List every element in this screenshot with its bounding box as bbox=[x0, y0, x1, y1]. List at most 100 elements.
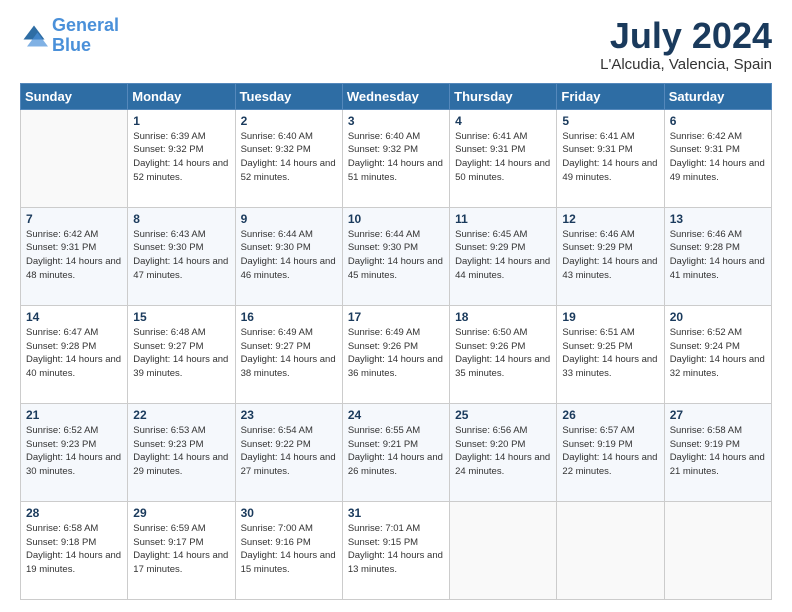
table-row bbox=[664, 501, 771, 599]
day-info: Sunrise: 6:57 AMSunset: 9:19 PMDaylight:… bbox=[562, 424, 658, 479]
main-title: July 2024 bbox=[600, 16, 772, 56]
day-info: Sunrise: 6:46 AMSunset: 9:29 PMDaylight:… bbox=[562, 228, 658, 283]
table-row: 6 Sunrise: 6:42 AMSunset: 9:31 PMDayligh… bbox=[664, 109, 771, 207]
table-row: 4 Sunrise: 6:41 AMSunset: 9:31 PMDayligh… bbox=[450, 109, 557, 207]
table-row: 31 Sunrise: 7:01 AMSunset: 9:15 PMDaylig… bbox=[342, 501, 449, 599]
title-block: July 2024 L'Alcudia, Valencia, Spain bbox=[600, 16, 772, 73]
calendar-header-row: Sunday Monday Tuesday Wednesday Thursday… bbox=[21, 83, 772, 109]
table-row: 21 Sunrise: 6:52 AMSunset: 9:23 PMDaylig… bbox=[21, 403, 128, 501]
day-info: Sunrise: 6:41 AMSunset: 9:31 PMDaylight:… bbox=[562, 130, 658, 185]
table-row bbox=[450, 501, 557, 599]
day-info: Sunrise: 6:43 AMSunset: 9:30 PMDaylight:… bbox=[133, 228, 229, 283]
table-row: 9 Sunrise: 6:44 AMSunset: 9:30 PMDayligh… bbox=[235, 207, 342, 305]
day-number: 4 bbox=[455, 114, 551, 128]
table-row: 29 Sunrise: 6:59 AMSunset: 9:17 PMDaylig… bbox=[128, 501, 235, 599]
header: General Blue July 2024 L'Alcudia, Valenc… bbox=[20, 16, 772, 73]
day-info: Sunrise: 6:52 AMSunset: 9:24 PMDaylight:… bbox=[670, 326, 766, 381]
day-number: 15 bbox=[133, 310, 229, 324]
table-row: 28 Sunrise: 6:58 AMSunset: 9:18 PMDaylig… bbox=[21, 501, 128, 599]
day-number: 29 bbox=[133, 506, 229, 520]
day-number: 5 bbox=[562, 114, 658, 128]
day-info: Sunrise: 6:42 AMSunset: 9:31 PMDaylight:… bbox=[26, 228, 122, 283]
table-row: 25 Sunrise: 6:56 AMSunset: 9:20 PMDaylig… bbox=[450, 403, 557, 501]
day-number: 23 bbox=[241, 408, 337, 422]
logo: General Blue bbox=[20, 16, 119, 56]
table-row: 16 Sunrise: 6:49 AMSunset: 9:27 PMDaylig… bbox=[235, 305, 342, 403]
day-info: Sunrise: 6:46 AMSunset: 9:28 PMDaylight:… bbox=[670, 228, 766, 283]
day-info: Sunrise: 6:42 AMSunset: 9:31 PMDaylight:… bbox=[670, 130, 766, 185]
day-info: Sunrise: 6:44 AMSunset: 9:30 PMDaylight:… bbox=[348, 228, 444, 283]
day-info: Sunrise: 7:00 AMSunset: 9:16 PMDaylight:… bbox=[241, 522, 337, 577]
day-number: 26 bbox=[562, 408, 658, 422]
table-row: 17 Sunrise: 6:49 AMSunset: 9:26 PMDaylig… bbox=[342, 305, 449, 403]
table-row: 20 Sunrise: 6:52 AMSunset: 9:24 PMDaylig… bbox=[664, 305, 771, 403]
table-row: 26 Sunrise: 6:57 AMSunset: 9:19 PMDaylig… bbox=[557, 403, 664, 501]
table-row: 13 Sunrise: 6:46 AMSunset: 9:28 PMDaylig… bbox=[664, 207, 771, 305]
col-sunday: Sunday bbox=[21, 83, 128, 109]
day-info: Sunrise: 6:51 AMSunset: 9:25 PMDaylight:… bbox=[562, 326, 658, 381]
day-info: Sunrise: 6:49 AMSunset: 9:26 PMDaylight:… bbox=[348, 326, 444, 381]
day-number: 22 bbox=[133, 408, 229, 422]
table-row: 18 Sunrise: 6:50 AMSunset: 9:26 PMDaylig… bbox=[450, 305, 557, 403]
day-number: 28 bbox=[26, 506, 122, 520]
logo-text: General Blue bbox=[52, 16, 119, 56]
col-monday: Monday bbox=[128, 83, 235, 109]
day-number: 13 bbox=[670, 212, 766, 226]
table-row bbox=[21, 109, 128, 207]
calendar-table: Sunday Monday Tuesday Wednesday Thursday… bbox=[20, 83, 772, 600]
day-number: 20 bbox=[670, 310, 766, 324]
day-info: Sunrise: 6:48 AMSunset: 9:27 PMDaylight:… bbox=[133, 326, 229, 381]
logo-line2: Blue bbox=[52, 35, 91, 55]
table-row: 3 Sunrise: 6:40 AMSunset: 9:32 PMDayligh… bbox=[342, 109, 449, 207]
table-row: 12 Sunrise: 6:46 AMSunset: 9:29 PMDaylig… bbox=[557, 207, 664, 305]
table-row: 7 Sunrise: 6:42 AMSunset: 9:31 PMDayligh… bbox=[21, 207, 128, 305]
day-info: Sunrise: 6:41 AMSunset: 9:31 PMDaylight:… bbox=[455, 130, 551, 185]
day-number: 31 bbox=[348, 506, 444, 520]
col-friday: Friday bbox=[557, 83, 664, 109]
day-info: Sunrise: 6:55 AMSunset: 9:21 PMDaylight:… bbox=[348, 424, 444, 479]
table-row: 24 Sunrise: 6:55 AMSunset: 9:21 PMDaylig… bbox=[342, 403, 449, 501]
day-number: 11 bbox=[455, 212, 551, 226]
day-info: Sunrise: 6:49 AMSunset: 9:27 PMDaylight:… bbox=[241, 326, 337, 381]
col-saturday: Saturday bbox=[664, 83, 771, 109]
table-row: 23 Sunrise: 6:54 AMSunset: 9:22 PMDaylig… bbox=[235, 403, 342, 501]
day-number: 17 bbox=[348, 310, 444, 324]
day-number: 25 bbox=[455, 408, 551, 422]
day-info: Sunrise: 6:50 AMSunset: 9:26 PMDaylight:… bbox=[455, 326, 551, 381]
day-info: Sunrise: 6:40 AMSunset: 9:32 PMDaylight:… bbox=[241, 130, 337, 185]
day-number: 8 bbox=[133, 212, 229, 226]
day-number: 14 bbox=[26, 310, 122, 324]
day-number: 19 bbox=[562, 310, 658, 324]
day-info: Sunrise: 7:01 AMSunset: 9:15 PMDaylight:… bbox=[348, 522, 444, 577]
day-info: Sunrise: 6:44 AMSunset: 9:30 PMDaylight:… bbox=[241, 228, 337, 283]
day-info: Sunrise: 6:59 AMSunset: 9:17 PMDaylight:… bbox=[133, 522, 229, 577]
day-number: 27 bbox=[670, 408, 766, 422]
col-thursday: Thursday bbox=[450, 83, 557, 109]
day-number: 30 bbox=[241, 506, 337, 520]
table-row: 19 Sunrise: 6:51 AMSunset: 9:25 PMDaylig… bbox=[557, 305, 664, 403]
day-info: Sunrise: 6:53 AMSunset: 9:23 PMDaylight:… bbox=[133, 424, 229, 479]
table-row: 22 Sunrise: 6:53 AMSunset: 9:23 PMDaylig… bbox=[128, 403, 235, 501]
col-tuesday: Tuesday bbox=[235, 83, 342, 109]
table-row: 5 Sunrise: 6:41 AMSunset: 9:31 PMDayligh… bbox=[557, 109, 664, 207]
table-row: 30 Sunrise: 7:00 AMSunset: 9:16 PMDaylig… bbox=[235, 501, 342, 599]
table-row: 15 Sunrise: 6:48 AMSunset: 9:27 PMDaylig… bbox=[128, 305, 235, 403]
day-info: Sunrise: 6:54 AMSunset: 9:22 PMDaylight:… bbox=[241, 424, 337, 479]
day-number: 2 bbox=[241, 114, 337, 128]
day-info: Sunrise: 6:58 AMSunset: 9:19 PMDaylight:… bbox=[670, 424, 766, 479]
day-number: 16 bbox=[241, 310, 337, 324]
table-row: 8 Sunrise: 6:43 AMSunset: 9:30 PMDayligh… bbox=[128, 207, 235, 305]
day-info: Sunrise: 6:56 AMSunset: 9:20 PMDaylight:… bbox=[455, 424, 551, 479]
day-number: 3 bbox=[348, 114, 444, 128]
day-number: 21 bbox=[26, 408, 122, 422]
table-row bbox=[557, 501, 664, 599]
table-row: 1 Sunrise: 6:39 AMSunset: 9:32 PMDayligh… bbox=[128, 109, 235, 207]
day-number: 7 bbox=[26, 212, 122, 226]
day-info: Sunrise: 6:47 AMSunset: 9:28 PMDaylight:… bbox=[26, 326, 122, 381]
day-info: Sunrise: 6:45 AMSunset: 9:29 PMDaylight:… bbox=[455, 228, 551, 283]
day-info: Sunrise: 6:40 AMSunset: 9:32 PMDaylight:… bbox=[348, 130, 444, 185]
table-row: 11 Sunrise: 6:45 AMSunset: 9:29 PMDaylig… bbox=[450, 207, 557, 305]
col-wednesday: Wednesday bbox=[342, 83, 449, 109]
day-number: 10 bbox=[348, 212, 444, 226]
table-row: 27 Sunrise: 6:58 AMSunset: 9:19 PMDaylig… bbox=[664, 403, 771, 501]
